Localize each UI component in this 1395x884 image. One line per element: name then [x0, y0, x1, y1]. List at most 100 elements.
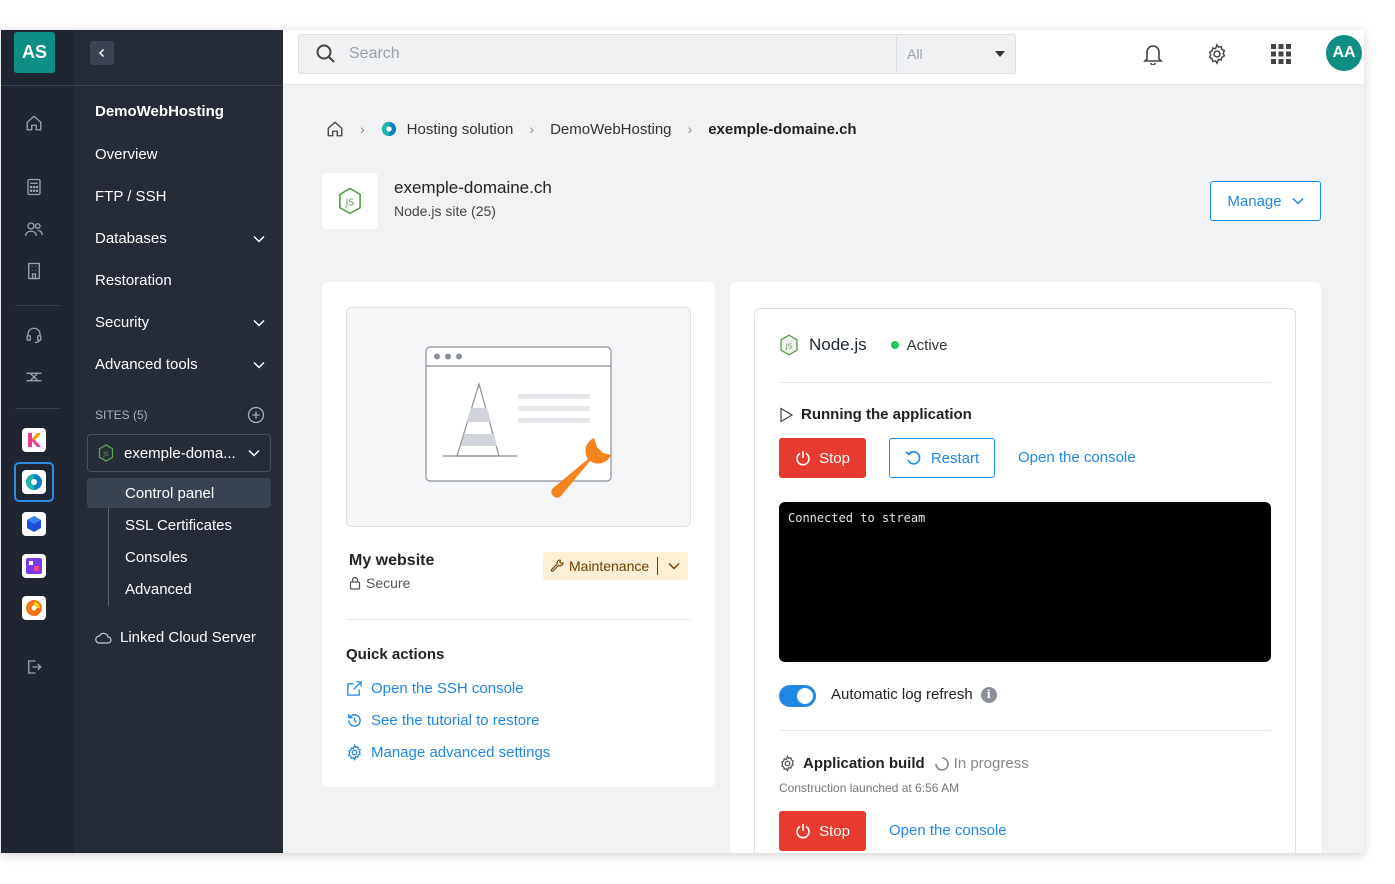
status-badge: Active [890, 336, 948, 354]
info-icon[interactable]: i [980, 686, 997, 703]
cloud-icon [95, 632, 112, 644]
power-icon [796, 451, 810, 466]
sidebar-item-overview[interactable]: Overview [95, 146, 265, 163]
nodejs-header: JS Node.js Active [779, 334, 948, 356]
breadcrumb-current: exemple-domaine.ch [708, 120, 857, 138]
manage-label: Manage [1227, 192, 1282, 210]
auto-refresh-label: Automatic log refresh [831, 686, 973, 703]
stop-app-button[interactable]: Stop [779, 438, 866, 478]
restart-label: Restart [930, 449, 980, 467]
sidebar-item-label: FTP / SSH [95, 188, 167, 205]
add-site-icon[interactable] [247, 406, 265, 424]
calculator-icon[interactable] [23, 176, 45, 198]
sidebar-title[interactable]: DemoWebHosting [95, 103, 224, 120]
building-icon[interactable] [23, 260, 45, 282]
home-icon[interactable] [326, 120, 344, 138]
panel-divider [779, 382, 1271, 383]
headset-icon[interactable] [23, 324, 45, 346]
svg-text:JS: JS [785, 342, 793, 351]
submenu-consoles[interactable]: Consoles [87, 542, 271, 572]
gear-icon [781, 755, 794, 772]
gear-icon[interactable] [1205, 42, 1229, 66]
sidebar-item-ftp-ssh[interactable]: FTP / SSH [95, 188, 265, 205]
sidebar-item-label: Security [95, 314, 150, 331]
nodejs-card: JS Node.js Active Running the applicatio… [730, 282, 1321, 853]
restart-icon [905, 450, 921, 465]
sidebar-item-databases[interactable]: Databases [95, 230, 265, 247]
auto-refresh-toggle[interactable] [779, 685, 816, 707]
collapse-sidebar-button[interactable] [90, 41, 114, 65]
website-title: My website [349, 552, 435, 569]
spinner-icon [934, 756, 949, 771]
top-bar: All AA [283, 30, 1364, 85]
kchat-app-icon[interactable] [22, 428, 46, 452]
search-input[interactable] [349, 45, 869, 63]
bell-icon[interactable] [1141, 42, 1165, 66]
account-logo[interactable]: AS [14, 32, 55, 73]
chevron-down-icon [253, 361, 265, 369]
card-divider [346, 619, 691, 620]
svg-text:JS: JS [102, 451, 109, 458]
status-label: Active [906, 336, 948, 354]
history-icon [348, 713, 361, 727]
submenu-ssl-certificates[interactable]: SSL Certificates [87, 510, 271, 540]
stop-label: Stop [819, 822, 850, 840]
chevron-down-icon [253, 319, 265, 327]
user-avatar[interactable]: AA [1326, 35, 1362, 71]
nodejs-title: Node.js [809, 335, 867, 354]
lock-icon [349, 576, 361, 590]
sidebar-divider [74, 85, 283, 86]
rail-divider [15, 408, 59, 409]
breadcrumb-hosting-solution[interactable]: Hosting solution [407, 121, 514, 138]
submenu-control-panel[interactable]: Control panel [87, 478, 271, 508]
secure-label: Secure [366, 575, 411, 591]
build-launched-time: Construction launched at 6:56 AM [779, 781, 960, 795]
restart-app-button[interactable]: Restart [889, 438, 995, 478]
website-card: My website Secure Maintenance Quick acti… [322, 282, 715, 787]
running-section-title: Running the application [779, 406, 972, 423]
submenu-label: Advanced [125, 580, 192, 598]
breadcrumb-separator: › [529, 121, 535, 137]
submenu-advanced[interactable]: Advanced [87, 574, 271, 604]
sidebar-item-advanced-tools[interactable]: Advanced tools [95, 356, 265, 373]
advanced-settings-link[interactable]: Manage advanced settings [346, 744, 550, 761]
logout-icon[interactable] [23, 656, 45, 678]
manage-button[interactable]: Manage [1210, 181, 1321, 221]
nodejs-icon: JS [780, 334, 798, 356]
kmeet-app-icon[interactable] [22, 554, 46, 578]
submenu-label: Control panel [125, 484, 215, 502]
website-preview[interactable] [346, 307, 691, 527]
users-icon[interactable] [23, 218, 45, 240]
search-bar: All [298, 34, 1016, 74]
build-status-label: In progress [953, 755, 1029, 772]
stop-build-button[interactable]: Stop [779, 811, 866, 851]
maintenance-dropdown[interactable]: Maintenance [543, 552, 688, 580]
open-console-link[interactable]: Open the console [1018, 449, 1136, 466]
quick-action-label: See the tutorial to restore [371, 712, 540, 729]
secure-indicator: Secure [349, 575, 410, 591]
diagram-icon[interactable] [23, 366, 45, 388]
kdrive-app-icon[interactable] [22, 596, 46, 620]
sidebar-item-security[interactable]: Security [95, 314, 265, 331]
open-ssh-console-link[interactable]: Open the SSH console [346, 680, 524, 697]
breadcrumb-demowebhosting[interactable]: DemoWebHosting [550, 121, 671, 138]
running-title-label: Running the application [801, 406, 972, 423]
search-filter-value: All [907, 46, 923, 62]
build-open-console-link[interactable]: Open the console [889, 822, 1007, 839]
sidebar-item-restoration[interactable]: Restoration [95, 272, 265, 289]
restore-tutorial-link[interactable]: See the tutorial to restore [346, 712, 539, 729]
apps-grid-icon[interactable] [1269, 42, 1293, 66]
external-link-icon [347, 681, 362, 696]
caret-down-icon [995, 51, 1005, 57]
hosting-app-icon[interactable] [14, 462, 54, 502]
log-console[interactable]: Connected to stream [779, 502, 1271, 662]
nodejs-panel: JS Node.js Active Running the applicatio… [754, 308, 1296, 853]
linked-cloud-server-link[interactable]: Linked Cloud Server [95, 629, 256, 646]
search-icon [316, 44, 335, 63]
breadcrumb-separator: › [687, 121, 693, 137]
breadcrumb: › Hosting solution › DemoWebHosting › ex… [326, 120, 857, 138]
home-icon[interactable] [23, 112, 45, 134]
cube-app-icon[interactable] [22, 512, 46, 536]
site-selector[interactable]: JS exemple-doma... [87, 434, 271, 472]
search-filter-select[interactable]: All [896, 35, 1015, 73]
